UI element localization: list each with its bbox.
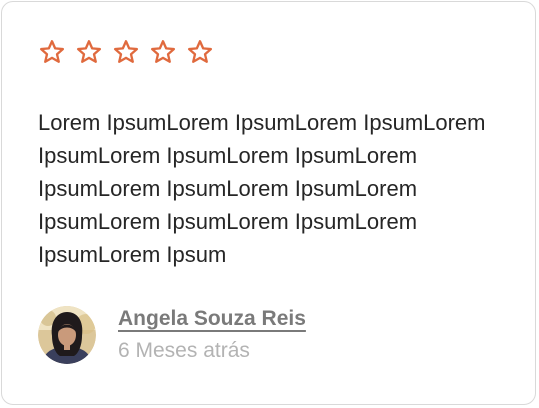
review-timestamp: 6 Meses atrás <box>118 339 250 362</box>
review-card: Lorem IpsumLorem IpsumLorem IpsumLorem I… <box>1 1 536 405</box>
rating-stars <box>38 38 214 66</box>
author-block: Angela Souza Reis 6 Meses atrás <box>38 306 306 364</box>
star-icon <box>39 40 65 63</box>
star-icon <box>187 40 213 63</box>
avatar <box>38 306 96 364</box>
star-icon <box>76 40 102 63</box>
review-text: Lorem IpsumLorem IpsumLorem IpsumLorem I… <box>38 110 486 267</box>
author-name-link[interactable]: Angela Souza Reis <box>118 306 306 332</box>
star-icon <box>113 40 139 63</box>
star-icon <box>150 40 176 63</box>
author-info: Angela Souza Reis 6 Meses atrás <box>118 306 306 364</box>
